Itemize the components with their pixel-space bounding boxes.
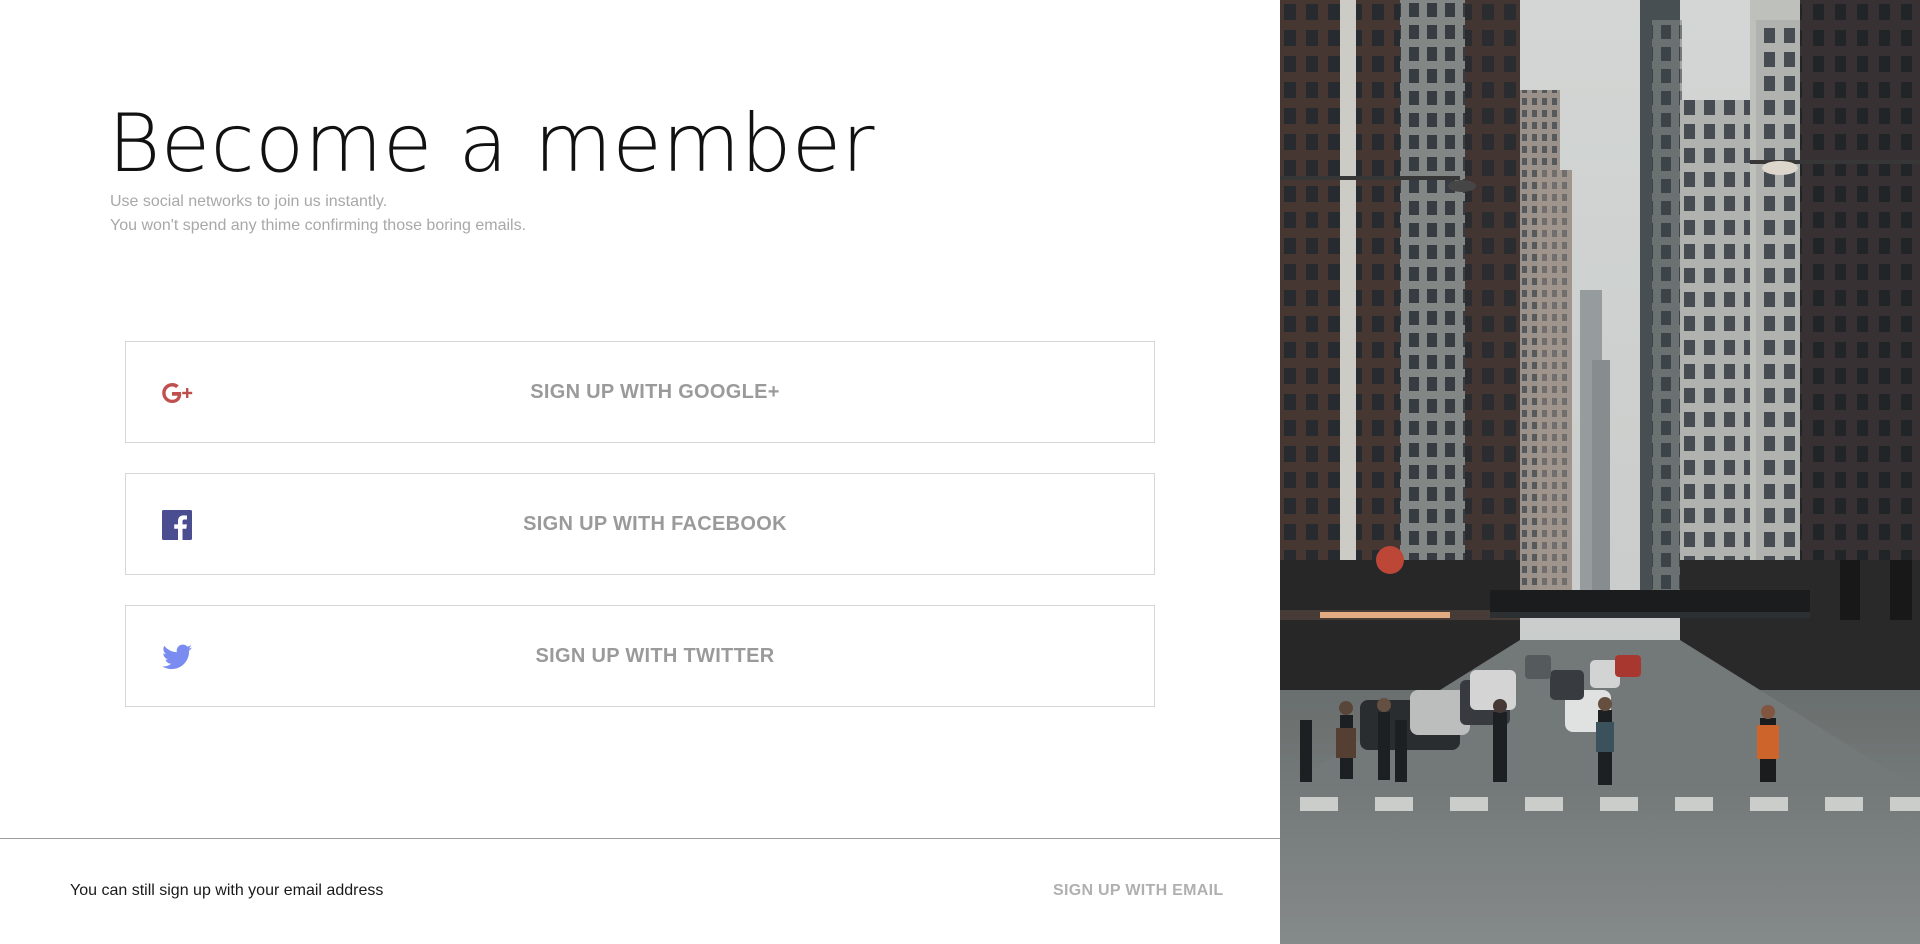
- subtitle-line-1: Use social networks to join us instantly…: [110, 193, 388, 210]
- twitter-signup-label: SIGN UP WITH TWITTER: [535, 644, 775, 667]
- google-signup-button[interactable]: SIGN UP WITH GOOGLE+: [125, 341, 1155, 443]
- google-signup-label: SIGN UP WITH GOOGLE+: [530, 380, 780, 403]
- footer-text: You can still sign up with your email ad…: [70, 882, 384, 899]
- city-street-photo: [1280, 0, 1920, 944]
- email-signup-link[interactable]: SIGN UP WITH EMAIL: [1053, 880, 1223, 902]
- facebook-signup-button[interactable]: SIGN UP WITH FACEBOOK: [125, 473, 1155, 575]
- signup-panel: Become a member Use social networks to j…: [0, 0, 1280, 944]
- page-title: Become a member: [108, 97, 876, 190]
- facebook-signup-label: SIGN UP WITH FACEBOOK: [523, 512, 787, 535]
- twitter-signup-button[interactable]: SIGN UP WITH TWITTER: [125, 605, 1155, 707]
- subtitle-line-2: You won't spend any thime confirming tho…: [110, 217, 527, 234]
- footer-divider: [0, 838, 1280, 839]
